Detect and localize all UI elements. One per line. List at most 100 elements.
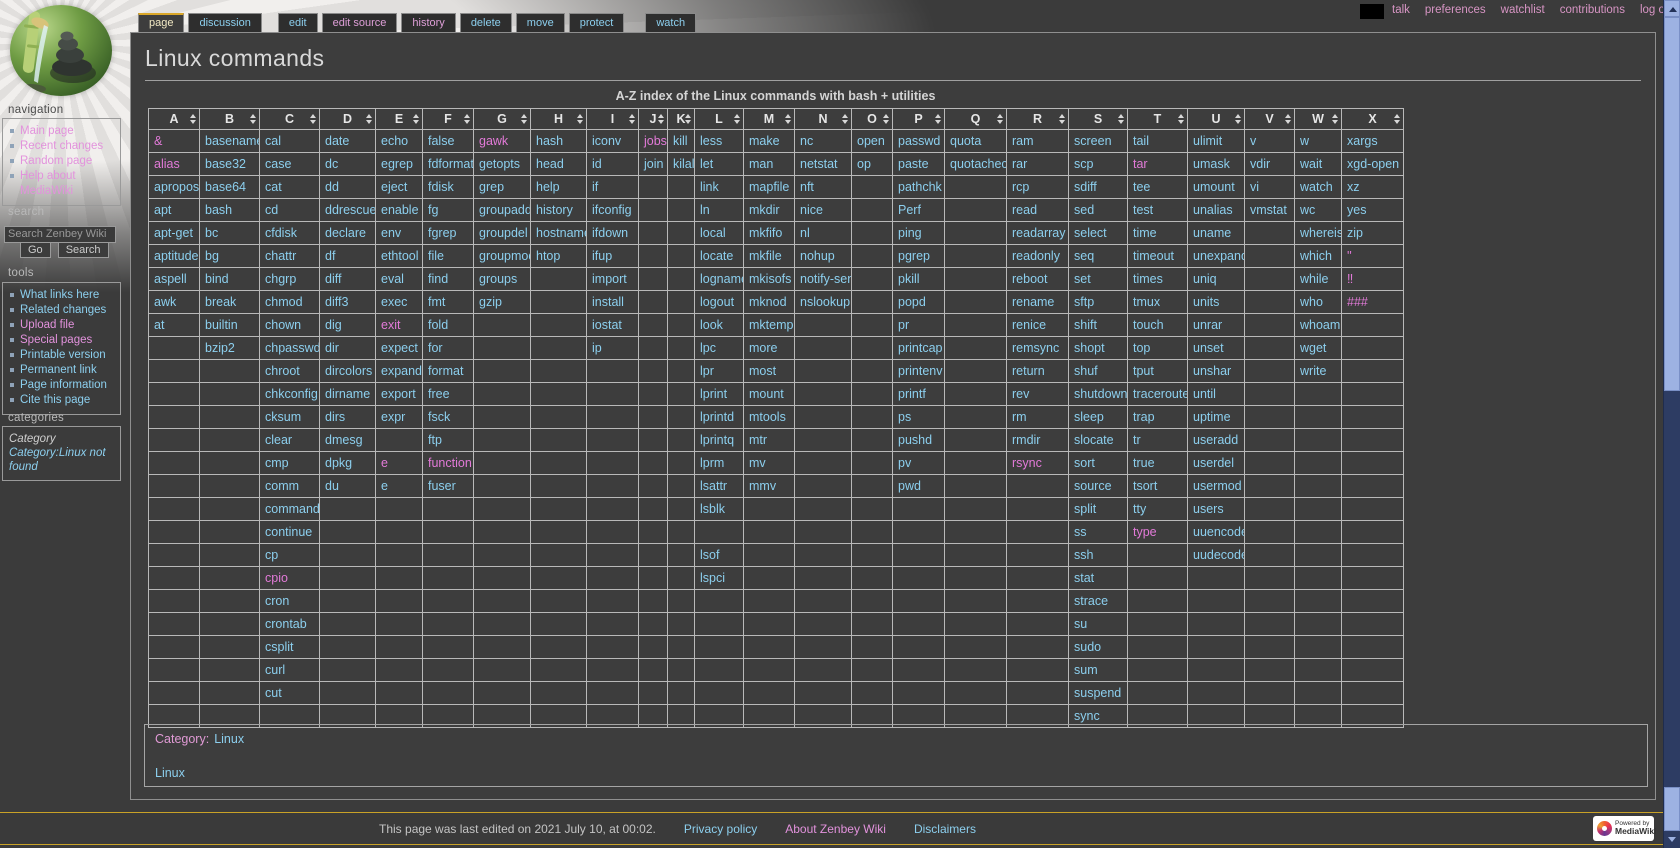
sidebar-item-main-page[interactable]: Main page [20,125,74,137]
command-link-df[interactable]: df [325,249,335,263]
command-link-mapfile[interactable]: mapfile [749,180,789,194]
command-link-yes[interactable]: yes [1347,203,1366,217]
command-link-whoami[interactable]: whoami [1300,318,1342,332]
command-link-at[interactable]: at [154,318,164,332]
command-link-bash[interactable]: bash [205,203,232,217]
command-link-most[interactable]: most [749,364,776,378]
command-link-base32[interactable]: base32 [205,157,246,171]
scroll-down-button[interactable] [1664,831,1680,848]
command-link-unalias[interactable]: unalias [1193,203,1233,217]
command-link-notify-send[interactable]: notify-send [800,272,852,286]
tab-delete[interactable]: delete [460,13,512,32]
footer-link-privacy-policy[interactable]: Privacy policy [684,822,757,836]
column-header-P[interactable]: P [893,109,945,130]
column-header-C[interactable]: C [260,109,320,130]
command-link-printcap[interactable]: printcap [898,341,942,355]
column-header-O[interactable]: O [852,109,893,130]
command-link-lprintd[interactable]: lprintd [700,410,734,424]
command-link-du[interactable]: du [325,479,339,493]
command-link-mkfifo[interactable]: mkfifo [749,226,782,240]
command-link-ifup[interactable]: ifup [592,249,612,263]
command-link-vmstat[interactable]: vmstat [1250,203,1287,217]
command-link-scp[interactable]: scp [1074,157,1093,171]
command-link-vdir[interactable]: vdir [1250,157,1270,171]
command-link-expr[interactable]: expr [381,410,405,424]
command-link-curl[interactable]: curl [265,663,285,677]
command-link-rename[interactable]: rename [1012,295,1054,309]
command-link-enable[interactable]: enable [381,203,419,217]
command-link-eject[interactable]: eject [381,180,407,194]
command-link-set[interactable]: set [1074,272,1091,286]
command-link-shuf[interactable]: shuf [1074,364,1098,378]
command-link-aspell[interactable]: aspell [154,272,187,286]
tab-discussion[interactable]: discussion [188,13,261,32]
command-link-bzip2[interactable]: bzip2 [205,341,235,355]
command-link-item[interactable]: ### [1347,295,1368,309]
command-link-unexpand[interactable]: unexpand [1193,249,1245,263]
powered-by-mediawiki-badge[interactable]: Powered by MediaWiki [1593,816,1654,841]
command-link-break[interactable]: break [205,295,236,309]
command-link-item[interactable]: & [154,134,162,148]
command-link-tty[interactable]: tty [1133,502,1146,516]
command-link-w[interactable]: w [1300,134,1309,148]
command-link-expand[interactable]: expand [381,364,422,378]
command-link-chkconfig[interactable]: chkconfig [265,387,318,401]
command-link-popd[interactable]: popd [898,295,926,309]
command-link-eval[interactable]: eval [381,272,404,286]
command-link-join[interactable]: join [644,157,663,171]
command-link-pkill[interactable]: pkill [898,272,920,286]
command-link-open[interactable]: open [857,134,885,148]
command-link-printf[interactable]: printf [898,387,926,401]
command-link-ddrescue[interactable]: ddrescue [325,203,376,217]
command-link-tput[interactable]: tput [1133,364,1154,378]
tab-edit-source[interactable]: edit source [322,13,398,32]
command-link-getopts[interactable]: getopts [479,157,520,171]
command-link-fg[interactable]: fg [428,203,438,217]
command-link-fgrep[interactable]: fgrep [428,226,457,240]
tool-item-cite-this-page[interactable]: Cite this page [20,394,90,406]
command-link-let[interactable]: let [700,157,713,171]
column-header-S[interactable]: S [1069,109,1128,130]
command-link-groups[interactable]: groups [479,272,517,286]
column-header-U[interactable]: U [1188,109,1245,130]
tab-history[interactable]: history [401,13,455,32]
column-header-A[interactable]: A [149,109,200,130]
command-link-true[interactable]: true [1133,456,1155,470]
command-link-pv[interactable]: pv [898,456,911,470]
search-button[interactable]: Search [58,242,109,258]
command-link-bc[interactable]: bc [205,226,218,240]
column-header-V[interactable]: V [1245,109,1295,130]
tab-protect[interactable]: protect [569,13,625,32]
command-link-id[interactable]: id [592,157,602,171]
command-link-e[interactable]: e [381,479,388,493]
command-link-chmod[interactable]: chmod [265,295,303,309]
command-link-mknod[interactable]: mknod [749,295,787,309]
command-link-usermod[interactable]: usermod [1193,479,1242,493]
command-link-times[interactable]: times [1133,272,1163,286]
command-link-basename[interactable]: basename [205,134,260,148]
category-line[interactable]: Category:Linux not found [9,446,116,474]
command-link-logout[interactable]: logout [700,295,734,309]
command-link-dc[interactable]: dc [325,157,338,171]
command-link-uudecode[interactable]: uudecode [1193,548,1245,562]
command-link-sync[interactable]: sync [1074,709,1100,723]
command-link-egrep[interactable]: egrep [381,157,413,171]
column-header-L[interactable]: L [695,109,744,130]
command-link-htop[interactable]: htop [536,249,560,263]
command-link-ram[interactable]: ram [1012,134,1034,148]
command-link-mmv[interactable]: mmv [749,479,776,493]
command-link-find[interactable]: find [428,272,448,286]
command-link-jobs[interactable]: jobs [644,134,667,148]
vertical-scrollbar[interactable] [1663,0,1680,848]
column-header-N[interactable]: N [795,109,852,130]
command-link-grep[interactable]: grep [479,180,504,194]
scroll-up-button[interactable] [1664,0,1680,17]
category-linux-link-2[interactable]: Linux [155,766,185,780]
command-link-sum[interactable]: sum [1074,663,1098,677]
column-header-M[interactable]: M [744,109,795,130]
command-link-sftp[interactable]: sftp [1074,295,1094,309]
command-link-pathchk[interactable]: pathchk [898,180,942,194]
command-link-bg[interactable]: bg [205,249,219,263]
command-link-userdel[interactable]: userdel [1193,456,1234,470]
command-link-rmdir[interactable]: rmdir [1012,433,1040,447]
